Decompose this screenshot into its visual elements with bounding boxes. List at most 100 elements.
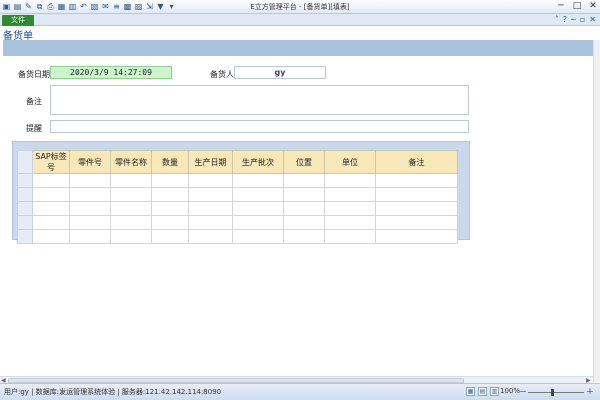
table-row	[17, 215, 458, 230]
row-header[interactable]	[17, 229, 33, 244]
grid-column-header[interactable]: 生产批次	[232, 150, 284, 174]
detail-grid: SAP标签号 零件号 零件名称 数量 生产日期 生产批次 位置 单位 备注	[17, 150, 458, 244]
grid-cell[interactable]	[375, 201, 458, 216]
grid-cell[interactable]	[32, 201, 70, 216]
page-view-icon[interactable]: ▥	[490, 387, 499, 396]
row-header[interactable]	[17, 201, 33, 216]
vertical-scrollbar[interactable]	[593, 40, 600, 382]
zoom-slider-track[interactable]	[528, 392, 584, 393]
status-text: 用户:gy | 数据库:发运管理系统体验 | 服务器:121.42.142.11…	[4, 388, 222, 396]
grid-cell[interactable]	[232, 215, 284, 230]
grid-cell[interactable]	[151, 187, 189, 202]
grid-column-header[interactable]: 零件名称	[110, 150, 152, 174]
zoom-in-button[interactable]: ＋	[586, 386, 594, 397]
grid-cell[interactable]	[69, 173, 111, 188]
horizontal-scrollbar[interactable]: ◀ ▶	[0, 376, 593, 384]
file-tab[interactable]: 文件	[2, 15, 34, 26]
grid-column-header[interactable]: SAP标签号	[32, 150, 70, 174]
grid-cell[interactable]	[69, 229, 111, 244]
row-header[interactable]	[17, 215, 33, 230]
title-bar: ▣ ▤ ✎ ⧉ ⎙ ▦ ▥ ↶ ▧ ✉ ≡ ▩ ▨ ⇲ ▼ ▾ E立方管理平台 - [备货单][填表] ─ □…	[0, 0, 600, 14]
grid-cell[interactable]	[110, 201, 152, 216]
remark-textarea[interactable]	[50, 85, 469, 115]
detail-grid-panel: SAP标签号 零件号 零件名称 数量 生产日期 生产批次 位置 单位 备注	[12, 141, 470, 244]
grid-column-header[interactable]: 单位	[324, 150, 376, 174]
grid-column-header[interactable]: 位置	[283, 150, 325, 174]
ribbon-bar: 文件 ˄ ? ─ ▫ ✕	[0, 14, 600, 26]
grid-cell[interactable]	[375, 215, 458, 230]
grid-cell[interactable]	[188, 173, 233, 188]
maximize-button[interactable]: □	[572, 1, 582, 12]
grid-cell[interactable]	[232, 229, 284, 244]
remind-label: 提醒	[26, 124, 42, 133]
remind-field[interactable]	[50, 120, 469, 133]
person-label: 备货人	[210, 70, 234, 79]
grid-cell[interactable]	[324, 201, 376, 216]
row-header[interactable]	[17, 187, 33, 202]
row-header[interactable]	[17, 173, 33, 188]
grid-cell[interactable]	[151, 229, 189, 244]
doc-minimize-icon[interactable]: ─	[571, 15, 576, 24]
normal-view-icon[interactable]: ▦	[466, 387, 475, 396]
doc-restore-icon[interactable]: ▫	[580, 15, 585, 24]
window-controls: ─ □ ✕	[556, 1, 598, 12]
grid-cell[interactable]	[324, 215, 376, 230]
grid-header-row: SAP标签号 零件号 零件名称 数量 生产日期 生产批次 位置 单位 备注	[17, 150, 458, 174]
ribbon-controls: ˄ ? ─ ▫ ✕	[555, 15, 596, 24]
grid-column-header[interactable]: 备注	[375, 150, 458, 174]
zoom-out-button[interactable]: －	[519, 386, 527, 397]
grid-cell[interactable]	[32, 187, 70, 202]
grid-cell[interactable]	[232, 201, 284, 216]
grid-cell[interactable]	[283, 201, 325, 216]
row-header-corner	[17, 150, 33, 174]
grid-cell[interactable]	[32, 229, 70, 244]
grid-cell[interactable]	[283, 215, 325, 230]
window-title: E立方管理平台 - [备货单][填表]	[250, 3, 350, 11]
grid-cell[interactable]	[69, 187, 111, 202]
close-button[interactable]: ✕	[588, 1, 598, 12]
grid-cell[interactable]	[188, 201, 233, 216]
grid-cell[interactable]	[69, 201, 111, 216]
header-band	[3, 40, 593, 56]
grid-cell[interactable]	[324, 229, 376, 244]
grid-cell[interactable]	[324, 187, 376, 202]
help-icon[interactable]: ?	[563, 15, 567, 24]
grid-cell[interactable]	[188, 215, 233, 230]
date-field[interactable]: 2020/3/9 14:27:09	[50, 66, 172, 79]
grid-cell[interactable]	[283, 173, 325, 188]
grid-cell[interactable]	[283, 187, 325, 202]
grid-column-header[interactable]: 生产日期	[188, 150, 233, 174]
grid-cell[interactable]	[232, 187, 284, 202]
grid-cell[interactable]	[69, 215, 111, 230]
grid-cell[interactable]	[110, 229, 152, 244]
zoom-slider-knob[interactable]	[551, 389, 554, 396]
remark-label: 备注	[26, 97, 42, 106]
collapse-ribbon-icon[interactable]: ˄	[555, 15, 559, 24]
grid-cell[interactable]	[375, 187, 458, 202]
status-bar: 用户:gy | 数据库:发运管理系统体验 | 服务器:121.42.142.11…	[0, 383, 600, 400]
grid-cell[interactable]	[151, 215, 189, 230]
grid-cell[interactable]	[188, 187, 233, 202]
table-row	[17, 229, 458, 244]
grid-cell[interactable]	[32, 173, 70, 188]
grid-cell[interactable]	[188, 229, 233, 244]
grid-cell[interactable]	[32, 215, 70, 230]
grid-cell[interactable]	[375, 229, 458, 244]
grid-cell[interactable]	[110, 215, 152, 230]
grid-cell[interactable]	[324, 173, 376, 188]
grid-cell[interactable]	[151, 173, 189, 188]
grid-column-header[interactable]: 数量	[151, 150, 189, 174]
grid-cell[interactable]	[283, 229, 325, 244]
layout-view-icon[interactable]: ▤	[478, 387, 487, 396]
grid-cell[interactable]	[375, 173, 458, 188]
person-field[interactable]: gy	[234, 66, 326, 79]
grid-cell[interactable]	[232, 173, 284, 188]
grid-cell[interactable]	[151, 201, 189, 216]
grid-cell[interactable]	[110, 187, 152, 202]
minimize-button[interactable]: ─	[556, 1, 566, 12]
grid-cell[interactable]	[110, 173, 152, 188]
table-row	[17, 201, 458, 216]
grid-column-header[interactable]: 零件号	[69, 150, 111, 174]
doc-close-icon[interactable]: ✕	[589, 15, 596, 24]
page-header: 备货单	[0, 27, 600, 42]
